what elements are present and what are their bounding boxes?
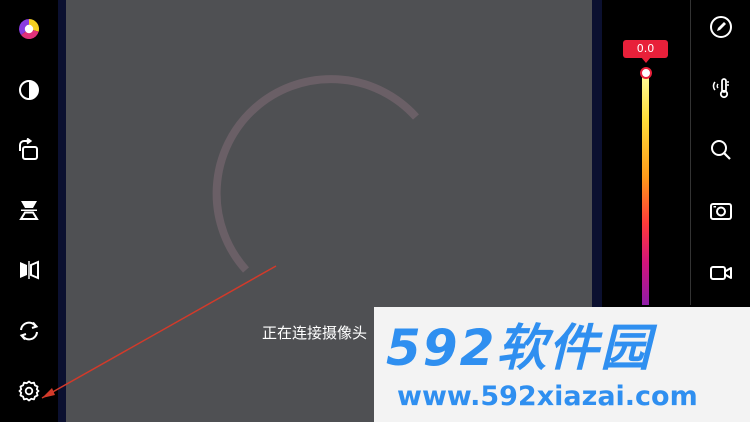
loading-spinner [212, 75, 419, 273]
watermark-logo: 592软件园 [386, 319, 653, 377]
search-icon [711, 140, 731, 160]
edit-button[interactable] [701, 7, 741, 47]
photo-camera-icon [710, 203, 732, 220]
temperature-measure-button[interactable] [701, 68, 741, 108]
temperature-badge-pointer [641, 57, 651, 63]
temperature-icon [712, 78, 729, 99]
video-button[interactable] [701, 253, 741, 293]
photo-button[interactable] [701, 191, 741, 231]
search-button[interactable] [701, 130, 741, 170]
right-toolbar [690, 0, 750, 305]
annotation-arrow-line [41, 265, 277, 399]
connecting-status-text: 正在连接摄像头 [262, 324, 368, 342]
temperature-slider-handle[interactable] [640, 67, 652, 79]
edit-icon [710, 16, 732, 38]
video-camera-icon [710, 266, 732, 280]
temperature-value-badge: 0.0 [623, 40, 668, 58]
temperature-color-bar [642, 72, 649, 305]
watermark-url: www.592xiazai.com [397, 381, 698, 412]
annotation-arrowhead [42, 388, 55, 398]
